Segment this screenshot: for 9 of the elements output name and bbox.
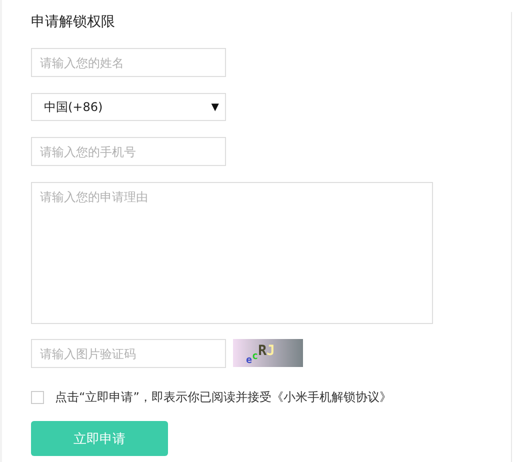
agreement-link[interactable]: 《小米手机解锁协议》 bbox=[271, 389, 392, 406]
agreement-text: 点击“立即申请”，即表示你已阅读并接受 bbox=[55, 389, 272, 406]
form-title: 申请解锁权限 bbox=[31, 13, 115, 31]
phone-field[interactable]: 请输入您的手机号 bbox=[31, 137, 226, 166]
captcha-field[interactable]: 请输入图片验证码 bbox=[31, 339, 226, 368]
agreement-checkbox[interactable] bbox=[31, 391, 44, 404]
country-select[interactable]: 中国(+86) ▼ bbox=[31, 93, 226, 121]
reason-field[interactable]: 请输入您的申请理由 bbox=[31, 182, 433, 324]
name-field[interactable]: 请输入您的姓名 bbox=[31, 48, 226, 77]
